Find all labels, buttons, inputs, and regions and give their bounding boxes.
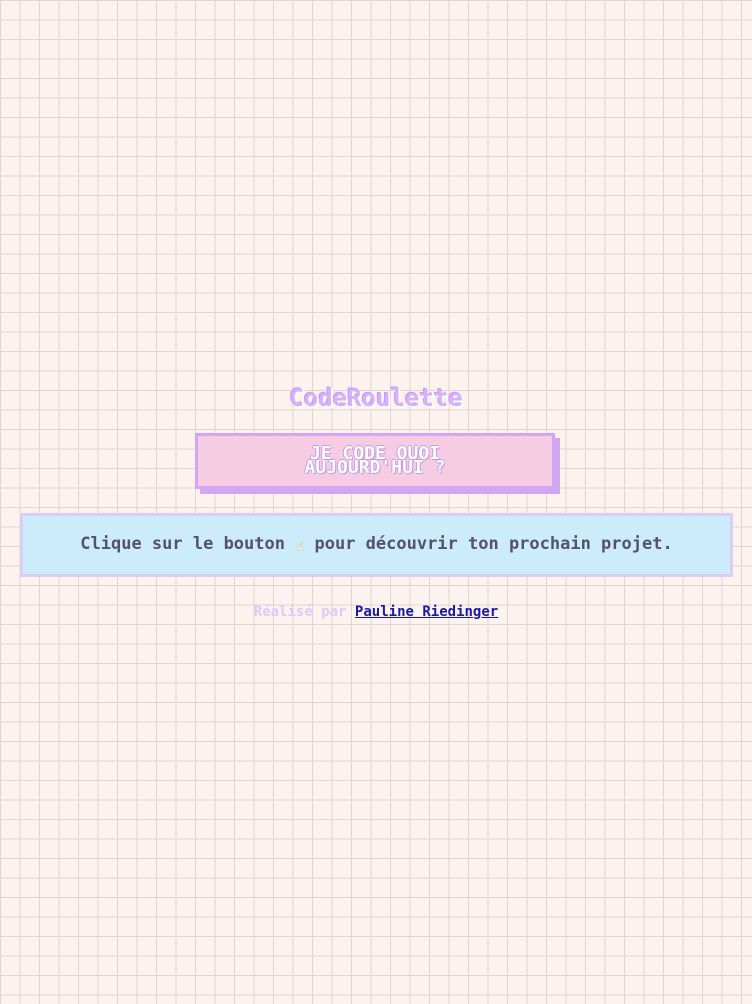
instruction-message: Clique sur le bouton ☝ pour découvrir to… (20, 513, 733, 577)
roll-project-button-label: JE CODE QUOI AUJOURD'HUI ? (304, 443, 446, 478)
instruction-text-start: Clique sur le bouton (80, 534, 296, 554)
app-title: CodeRoulette (289, 384, 463, 412)
credit-prefix: Réalisé par (253, 604, 355, 620)
roll-project-button[interactable]: JE CODE QUOI AUJOURD'HUI ? (195, 433, 555, 489)
author-link[interactable]: Pauline Riedinger (355, 604, 498, 620)
instruction-text: Clique sur le bouton ☝ pour découvrir to… (80, 534, 673, 555)
credit-line: Réalisé par Pauline Riedinger (0, 604, 752, 620)
instruction-text-end: pour découvrir ton prochain projet. (304, 534, 673, 554)
pointing-hand-icon: ☝ (295, 537, 305, 555)
